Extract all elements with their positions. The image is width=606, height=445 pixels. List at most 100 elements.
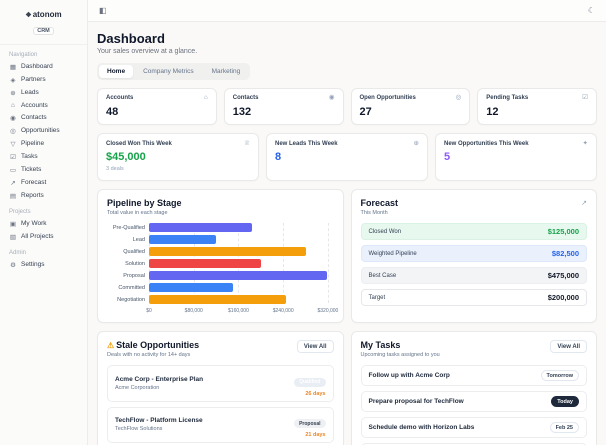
task-item[interactable]: Follow up with Acme Corp Tomorrow xyxy=(360,365,587,386)
task-item[interactable]: Schedule demo with Horizon Labs Feb 25 xyxy=(360,417,587,438)
view-all-button[interactable]: View All xyxy=(550,340,587,353)
stat-label: Contacts xyxy=(232,95,259,101)
sidebar-item-tickets[interactable]: ▭ Tickets xyxy=(0,163,87,176)
chart-category-label: Pre-Qualified xyxy=(112,224,145,231)
sidebar-item-dashboard[interactable]: ▦ Dashboard xyxy=(0,60,87,73)
chart-subtitle: Total value in each stage xyxy=(107,210,168,216)
sidebar-item-label: Dashboard xyxy=(21,63,53,70)
stat-label: Pending Tasks xyxy=(486,95,529,101)
chart-bar xyxy=(149,235,217,244)
axis-tick: $0 xyxy=(146,308,152,314)
building-icon: ⌂ xyxy=(11,101,15,109)
stale-opportunity-item[interactable]: Acme Corp - Enterprise Plan Acme Corporat… xyxy=(107,365,334,402)
sidebar-item-contacts[interactable]: ◉ Contacts xyxy=(0,111,87,124)
sidebar: ❖atonom CRM Navigation ▦ Dashboard ◈ Partn… xyxy=(0,0,88,445)
tab-company-metrics[interactable]: Company Metrics xyxy=(135,65,202,78)
chart-category-label: Committed xyxy=(118,284,145,291)
sidebar-item-leads[interactable]: ⊕ Leads xyxy=(0,86,87,99)
sidebar-section-projects: Projects xyxy=(9,209,31,215)
app-logo: ❖atonom CRM xyxy=(0,6,87,45)
chart-bar-row: Pre-Qualified xyxy=(107,223,334,232)
axis-tick: $240,000 xyxy=(272,308,294,314)
chart-category-label: Lead xyxy=(132,236,145,243)
app-logo-icon: ❖ xyxy=(25,12,32,19)
sidebar-item-reports[interactable]: ▤ Reports xyxy=(0,189,87,202)
chart-bar xyxy=(149,295,286,304)
pipeline-chart-card: Pipeline by Stage Total value in each st… xyxy=(97,189,344,323)
chart-bar xyxy=(149,283,233,292)
tasks-subtitle: Upcoming tasks assigned to you xyxy=(360,352,440,358)
briefcase-icon: ▣ xyxy=(9,220,17,228)
forecast-label: Closed Won xyxy=(368,228,402,235)
sidebar-item-label: Contacts xyxy=(21,114,47,121)
chart-bar xyxy=(149,271,327,280)
stale-opportunity-item[interactable]: TechFlow - Platform License TechFlow Solu… xyxy=(107,406,334,443)
main-area: ◧ ☾ Dashboard Your sales overview at a g… xyxy=(88,0,606,445)
sidebar-item-my-work[interactable]: ▣ My Work xyxy=(0,217,87,230)
sidebar-item-all-projects[interactable]: ▧ All Projects xyxy=(0,230,87,243)
sidebar-item-partners[interactable]: ◈ Partners xyxy=(0,73,87,86)
opportunity-title: Acme Corp - Enterprise Plan xyxy=(115,375,204,383)
sidebar-item-tasks[interactable]: ☑ Tasks xyxy=(0,150,87,163)
sidebar-item-label: Forecast xyxy=(21,179,47,186)
stat-card-pending-tasks: Pending Tasks ☑ 12 xyxy=(477,88,597,125)
warning-icon: ⚠ xyxy=(107,341,115,350)
stat-label: Closed Won This Week xyxy=(106,140,172,147)
app-badge: CRM xyxy=(33,27,54,35)
building-icon: ⌂ xyxy=(203,94,208,101)
forecast-card: Forecast This Month ↗ Closed Won $125,000… xyxy=(350,189,597,323)
opportunity-company: TechFlow Solutions xyxy=(115,426,163,433)
forecast-row-best-case: Best Case $475,000 xyxy=(360,267,587,284)
task-title: Follow up with Acme Corp xyxy=(368,372,450,379)
trophy-icon: ♕ xyxy=(244,139,250,147)
days-stale: 26 days xyxy=(305,390,326,397)
trend-icon: ↗ xyxy=(581,200,587,207)
sidebar-item-pipeline[interactable]: ▽ Pipeline xyxy=(0,137,87,150)
forecast-value: $475,000 xyxy=(547,271,579,280)
partners-icon: ◈ xyxy=(10,76,16,84)
chart-bar-row: Negotiation xyxy=(107,295,334,304)
sidebar-item-opportunities[interactable]: ◎ Opportunities xyxy=(0,124,87,137)
sidebar-item-label: Pipeline xyxy=(21,140,45,147)
sidebar-item-label: Reports xyxy=(21,192,44,199)
stat-label: New Leads This Week xyxy=(275,140,338,147)
stage-badge: Qualified xyxy=(294,377,326,387)
dashboard-icon: ▦ xyxy=(9,63,17,71)
stat-value: 48 xyxy=(106,105,119,118)
stale-opportunities-card: ⚠ Stale Opportunities Deals with no activ… xyxy=(97,331,344,445)
stat-card-new-opportunities-week: New Opportunities This Week ✦ 5 xyxy=(435,132,597,181)
user-plus-icon: ⊕ xyxy=(413,139,419,147)
forecast-label: Best Case xyxy=(368,272,397,279)
stage-badge: Proposal xyxy=(294,419,326,428)
tab-marketing[interactable]: Marketing xyxy=(204,65,249,78)
check-square-icon: ☑ xyxy=(10,153,16,161)
sidebar-section-navigation: Navigation xyxy=(9,52,38,58)
chart-category-label: Qualified xyxy=(123,248,145,255)
theme-toggle-icon[interactable]: ☾ xyxy=(588,6,595,15)
tab-home[interactable]: Home xyxy=(99,65,134,78)
sidebar-item-accounts[interactable]: ⌂ Accounts xyxy=(0,99,87,111)
stat-value: 8 xyxy=(275,151,282,163)
chart-bar-row: Committed xyxy=(107,283,334,292)
gear-icon: ⚙ xyxy=(10,261,16,269)
stat-label: Accounts xyxy=(106,95,134,101)
days-stale: 21 days xyxy=(305,432,326,438)
sidebar-toggle-icon[interactable]: ◧ xyxy=(99,6,107,15)
stat-subtext: 3 deals xyxy=(106,166,124,172)
axis-tick: $160,000 xyxy=(228,308,249,314)
task-title: Prepare proposal for TechFlow xyxy=(368,398,464,405)
chart-bar xyxy=(149,223,253,232)
sidebar-item-forecast[interactable]: ↗ Forecast xyxy=(0,176,87,189)
sidebar-item-label: All Projects xyxy=(21,233,54,240)
ticket-icon: ▭ xyxy=(9,166,17,174)
dashboard-tabs: Home Company Metrics Marketing xyxy=(97,63,251,80)
task-item[interactable]: Prepare proposal for TechFlow Today xyxy=(360,391,587,412)
stat-label: Open Opportunities xyxy=(359,95,416,101)
forecast-value: $82,500 xyxy=(551,249,579,258)
funnel-icon: ▽ xyxy=(10,140,16,148)
view-all-button[interactable]: View All xyxy=(296,340,334,353)
stale-subtitle: Deals with no activity for 14+ days xyxy=(107,352,191,358)
sidebar-item-settings[interactable]: ⚙ Settings xyxy=(0,258,87,271)
sidebar-item-label: Tickets xyxy=(21,166,42,173)
sidebar-item-label: Leads xyxy=(21,89,39,96)
